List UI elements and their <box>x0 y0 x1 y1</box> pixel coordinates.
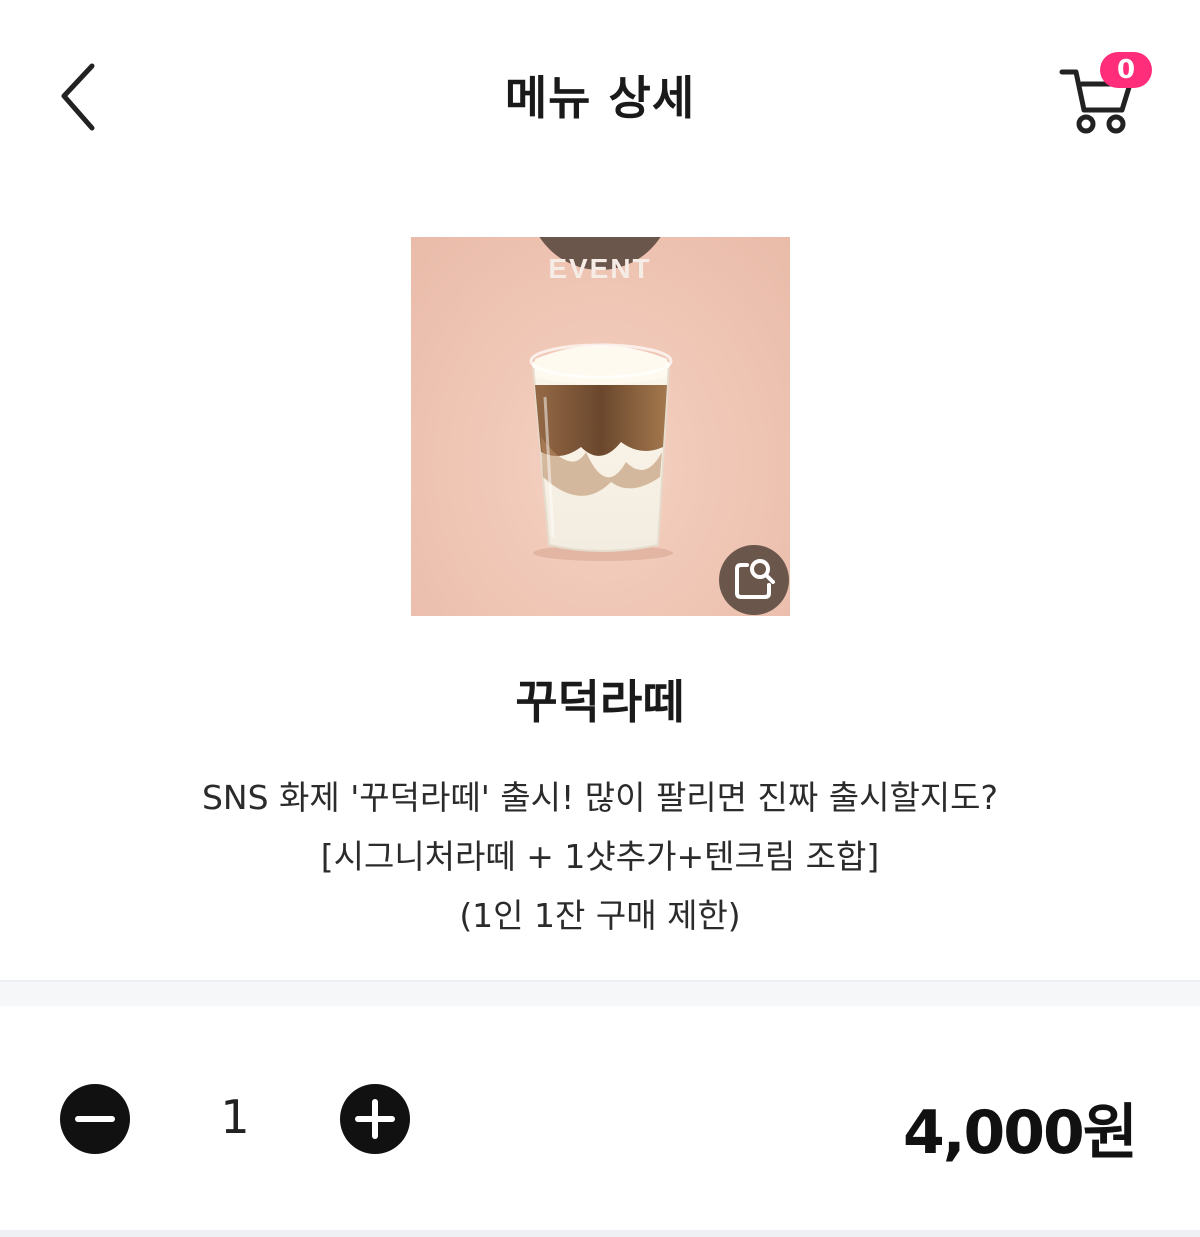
description-line: [시그니처라떼 + 1샷추가+텐크림 조합] <box>320 837 880 876</box>
product-name: 꾸덕라떼 <box>515 675 685 729</box>
plus-circle-icon <box>355 1099 395 1139</box>
quantity-value: 1 <box>220 1090 250 1144</box>
menu-detail-page: 메뉴 상세 0 EVENT 꾸덕라떼 SNS 화제 '꾸덕라떼' 출시! 많이 … <box>0 0 1200 1237</box>
decrease-quantity-button[interactable] <box>60 1084 130 1154</box>
product-description: SNS 화제 '꾸덕라떼' 출시! 많이 팔리면 진짜 출시할지도? [시그니처… <box>0 768 1200 945</box>
bottom-divider <box>0 1230 1200 1237</box>
cart-count-badge: 0 <box>1100 52 1152 88</box>
zoom-image-button[interactable] <box>719 545 789 615</box>
increase-quantity-button[interactable] <box>340 1084 410 1154</box>
product-image[interactable]: EVENT <box>411 237 790 616</box>
header: 메뉴 상세 0 <box>0 0 1200 190</box>
section-divider <box>0 980 1200 1006</box>
event-badge-label: EVENT <box>548 253 652 284</box>
minus-circle-icon <box>75 1116 115 1122</box>
quantity-price-row: 1 4,000원 <box>0 1006 1200 1231</box>
total-price: 4,000원 <box>903 1098 1138 1168</box>
page-title: 메뉴 상세 <box>504 71 696 125</box>
description-line: (1인 1잔 구매 제한) <box>459 896 741 935</box>
description-line: SNS 화제 '꾸덕라떼' 출시! 많이 팔리면 진짜 출시할지도? <box>201 778 999 817</box>
zoom-image-icon <box>735 559 775 599</box>
